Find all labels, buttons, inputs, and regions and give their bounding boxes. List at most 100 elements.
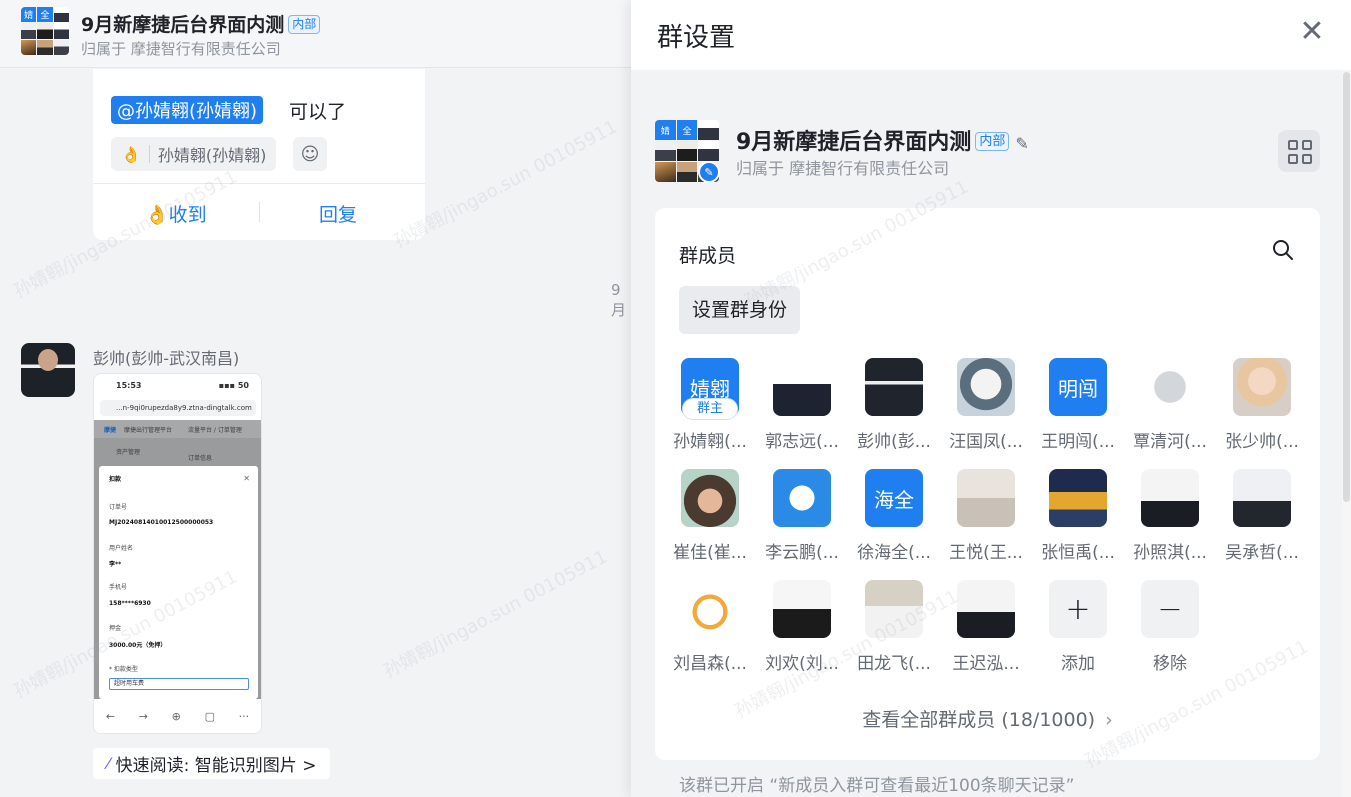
member-item[interactable]: 覃清河(... bbox=[1125, 358, 1215, 458]
member-name: 王悦(王... bbox=[949, 543, 1023, 563]
phone-status-bar: 15:53 ▪▪▪ 50 bbox=[94, 374, 261, 396]
phone-number: 158****6930 bbox=[109, 600, 151, 607]
quick-read-button[interactable]: ⁄ 快速阅读: 智能识别图片 > bbox=[93, 748, 331, 779]
member-item[interactable]: 彭帅(彭... bbox=[849, 358, 939, 458]
reply-button[interactable]: 回复 bbox=[319, 200, 357, 227]
member-item[interactable]: 吴承哲(... bbox=[1217, 469, 1307, 569]
group-name: 9月新摩捷后台界面内测 内部 ✎ bbox=[736, 124, 1029, 156]
set-identity-button[interactable]: 设置群身份 bbox=[679, 286, 801, 334]
member-item[interactable]: 田龙飞(... bbox=[849, 580, 939, 680]
group-owner-org: 归属于 摩捷智行有限责任公司 bbox=[81, 40, 281, 58]
group-owner-org: 归属于 摩捷智行有限责任公司 bbox=[736, 159, 950, 178]
member-avatar bbox=[1049, 469, 1107, 527]
member-name: 张少帅(... bbox=[1225, 432, 1299, 452]
magic-wand-icon: ⁄ bbox=[107, 754, 110, 773]
member-item[interactable]: 王悦(王... bbox=[941, 469, 1031, 569]
reaction-user: 孙婧翱(孙婧翱) bbox=[157, 146, 267, 165]
deposit-label: 押金 bbox=[109, 625, 122, 632]
plus-icon: + bbox=[1049, 580, 1107, 638]
view-all-members-link[interactable]: 查看全部群成员 (18/1000) › bbox=[655, 705, 1320, 732]
member-avatar bbox=[773, 580, 831, 638]
back-arrow-icon: ← bbox=[105, 709, 116, 723]
member-item[interactable]: 张恒禹(... bbox=[1033, 469, 1123, 569]
add-reaction-icon[interactable]: ☺ bbox=[293, 137, 327, 171]
close-icon[interactable]: ✕ bbox=[1297, 17, 1327, 47]
pencil-icon[interactable]: ✎ bbox=[1015, 134, 1028, 153]
member-name: 郭志远(... bbox=[765, 432, 839, 452]
phone-order-info: 订单信息 bbox=[188, 455, 213, 462]
member-item[interactable]: 李云鹏(... bbox=[757, 469, 847, 569]
member-name: 徐海全(... bbox=[857, 543, 931, 563]
chat-area: @孙婧翱(孙婧翱) 可以了 👌 孙婧翱(孙婧翱) ☺ 👌收到 回复 9月 彭帅(… bbox=[0, 0, 631, 797]
image-message[interactable]: 15:53 ▪▪▪ 50 ...n-9qi0rupezda8y9.ztna-di… bbox=[93, 373, 262, 734]
user-name-label: 用户姓名 bbox=[109, 545, 134, 552]
member-avatar bbox=[957, 469, 1015, 527]
member-item[interactable]: 刘昌森(... bbox=[665, 580, 755, 680]
group-title-text: 9月新摩捷后台界面内测 bbox=[81, 14, 285, 36]
member-item[interactable]: 婧翱 群主 孙婧翱(... bbox=[665, 358, 755, 458]
member-avatar bbox=[957, 580, 1015, 638]
internal-badge: 内部 bbox=[975, 132, 1010, 151]
search-icon[interactable] bbox=[1272, 239, 1294, 261]
member-item[interactable]: 汪国凤(... bbox=[941, 358, 1031, 458]
deduct-type-label: * 扣款类型 bbox=[109, 666, 138, 673]
modal-title: 扣款 bbox=[109, 476, 122, 483]
member-name: 王迟泓... bbox=[952, 654, 1020, 674]
button-divider bbox=[259, 202, 260, 222]
ok-hand-icon: 👌 bbox=[121, 144, 141, 164]
forward-arrow-icon: → bbox=[138, 709, 148, 723]
remove-member-button[interactable]: − 移除 bbox=[1125, 580, 1215, 680]
member-name: 孙婧翱(... bbox=[673, 432, 747, 452]
member-item[interactable]: 刘欢(刘... bbox=[757, 580, 847, 680]
member-name: 王明闯(... bbox=[1041, 432, 1115, 452]
more-icon: ··· bbox=[238, 709, 250, 723]
member-name: 张恒禹(... bbox=[1041, 543, 1115, 563]
member-item[interactable]: 孙照淇(... bbox=[1125, 469, 1215, 569]
sender-avatar[interactable] bbox=[21, 343, 75, 397]
edit-avatar-icon[interactable]: ✎ bbox=[698, 161, 720, 183]
deduct-type-select: 超时用车费 bbox=[109, 678, 249, 690]
close-icon: ✕ bbox=[243, 474, 250, 483]
mention-chip[interactable]: @孙婧翱(孙婧翱) bbox=[111, 96, 264, 124]
received-button[interactable]: 👌收到 bbox=[145, 200, 207, 227]
phone-modal: 扣款 ✕ 订单号 MJ20240814010012500000053 用户姓名 … bbox=[99, 466, 258, 699]
member-item[interactable]: 郭志远(... bbox=[757, 358, 847, 458]
member-avatar bbox=[773, 358, 831, 416]
member-item[interactable]: 王迟泓... bbox=[941, 580, 1031, 680]
member-avatar bbox=[1233, 358, 1291, 416]
phone-signal: ▪▪▪ 50 bbox=[218, 380, 249, 390]
user-name: 李** bbox=[109, 561, 122, 568]
member-name: 田龙飞(... bbox=[857, 654, 931, 674]
phone-platform: 摩捷出行管理平台 bbox=[124, 427, 173, 434]
member-avatar bbox=[773, 469, 831, 527]
message-card: @孙婧翱(孙婧翱) 可以了 👌 孙婧翱(孙婧翱) ☺ 👌收到 回复 bbox=[93, 63, 425, 240]
phone-time: 15:53 bbox=[116, 380, 142, 390]
group-title[interactable]: 9月新摩捷后台界面内测 内部 bbox=[81, 10, 321, 37]
members-card: 群成员 设置群身份 婧翱 群主 孙婧翱(... 郭志远(... 彭帅(彭... … bbox=[655, 208, 1320, 760]
qr-code-icon[interactable] bbox=[1278, 130, 1320, 172]
member-avatar: 明闯 bbox=[1049, 358, 1107, 416]
member-name: 崔佳(崔... bbox=[673, 543, 747, 563]
view-all-label: 查看全部群成员 (18/1000) bbox=[862, 709, 1096, 731]
watermark: 孙婧翱/jingao.sun 00105911 bbox=[380, 546, 611, 683]
member-item[interactable]: 明闯 王明闯(... bbox=[1033, 358, 1123, 458]
member-avatar bbox=[865, 580, 923, 638]
member-item[interactable]: 崔佳(崔... bbox=[665, 469, 755, 569]
scrollbar-thumb[interactable] bbox=[1343, 72, 1350, 502]
phone-topbar: 摩捷 摩捷出行管理平台 流量平台 / 订单管理 bbox=[94, 420, 261, 438]
member-item[interactable]: 海全 徐海全(... bbox=[849, 469, 939, 569]
group-avatar[interactable]: 婧全 bbox=[21, 7, 69, 55]
group-name-text: 9月新摩捷后台界面内测 bbox=[736, 130, 972, 155]
member-avatar bbox=[1233, 469, 1291, 527]
member-avatar bbox=[1141, 358, 1199, 416]
member-item[interactable]: 张少帅(... bbox=[1217, 358, 1307, 458]
reaction-chip[interactable]: 👌 孙婧翱(孙婧翱) bbox=[111, 137, 277, 171]
add-member-button[interactable]: + 添加 bbox=[1033, 580, 1123, 680]
quick-read-label: 快速阅读: 智能识别图片 > bbox=[115, 756, 317, 776]
phone-nav-bar: ← → ⊕ ▢ ··· bbox=[94, 699, 261, 733]
order-no: MJ20240814010012500000053 bbox=[109, 519, 214, 526]
owner-badge: 群主 bbox=[682, 398, 738, 420]
tabs-icon: ▢ bbox=[204, 709, 215, 723]
chat-header: 婧全 9月新摩捷后台界面内测 内部 归属于 摩捷智行有限责任公司 bbox=[0, 0, 631, 68]
remove-label: 移除 bbox=[1153, 654, 1187, 674]
